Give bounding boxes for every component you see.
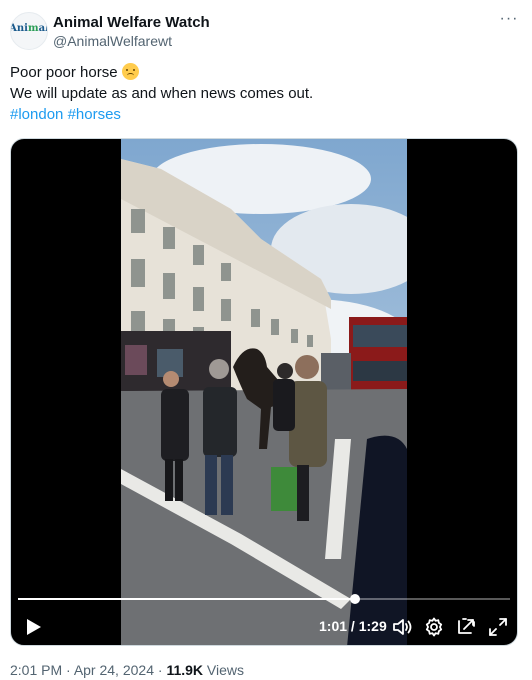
tweet-header: Animal Animal Welfare Watch @AnimalWelfa… [10, 10, 522, 54]
avatar[interactable]: Animal [10, 12, 48, 50]
video-progress-bar[interactable] [18, 594, 510, 604]
play-icon[interactable] [23, 617, 43, 637]
fullscreen-icon[interactable] [487, 616, 509, 638]
video-progress-fill [18, 598, 356, 600]
video-timecode: 1:01 / 1:29 [319, 618, 387, 634]
disappointed-face-emoji [121, 63, 139, 80]
settings-icon[interactable] [423, 616, 445, 638]
video-progress-handle[interactable] [350, 594, 361, 604]
tweet-line-1: Poor poor horse [10, 62, 510, 83]
video-frame[interactable] [121, 139, 407, 645]
tweet-metadata: 2:01 PM · Apr 24, 2024 · 11.9K Views [10, 662, 245, 678]
tweet-date[interactable]: Apr 24, 2024 [74, 662, 154, 678]
tweet-line-2: We will update as and when news comes ou… [10, 85, 314, 102]
hashtag-horses[interactable]: #horses [68, 106, 121, 123]
video-player[interactable]: 1:01 / 1:29 [10, 138, 518, 646]
volume-icon[interactable] [391, 616, 413, 638]
video-current-time: 1:01 [319, 618, 348, 634]
account-handle[interactable]: @AnimalWelfarewt [53, 33, 172, 49]
hashtag-london[interactable]: #london [10, 106, 63, 123]
tweet-text: Poor poor horse We will update as and wh… [10, 62, 510, 125]
views-label: Views [203, 662, 245, 678]
picture-in-picture-icon[interactable] [455, 616, 477, 638]
more-options-icon[interactable]: ··· [496, 10, 522, 32]
tweet-hashtags: #london #horses [10, 104, 510, 125]
logo-tagline [28, 34, 29, 39]
video-duration: 1:29 [358, 618, 387, 634]
tweet-time[interactable]: 2:01 PM [10, 662, 62, 678]
video-scene [121, 139, 407, 645]
display-name[interactable]: Animal Welfare Watch [53, 14, 210, 31]
animal-welfare-logo: Animal [10, 22, 48, 34]
views-count: 11.9K [166, 662, 204, 678]
